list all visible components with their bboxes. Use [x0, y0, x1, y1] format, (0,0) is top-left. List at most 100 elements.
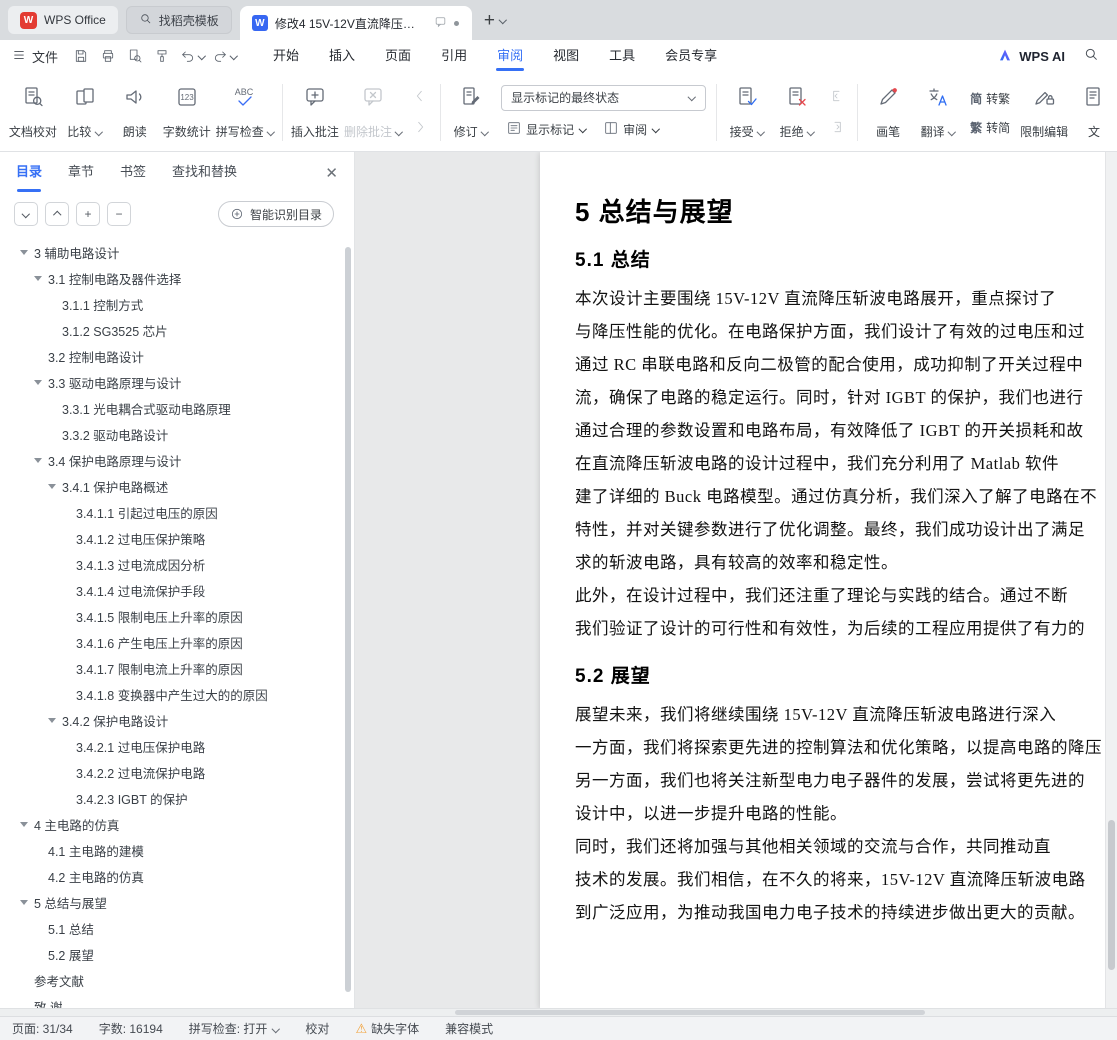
menu-tab[interactable]: 页面: [370, 40, 426, 72]
spell-check-status[interactable]: 拼写检查: 打开: [189, 1020, 280, 1037]
wps-home-tab[interactable]: W WPS Office: [8, 6, 118, 34]
insert-comment-button[interactable]: 插入批注: [288, 78, 342, 147]
wps-ai-button[interactable]: WPS AI: [997, 47, 1065, 66]
doc-permission-button[interactable]: 文: [1071, 78, 1117, 147]
expand-triangle-icon[interactable]: [34, 458, 48, 463]
read-aloud-button[interactable]: 朗读: [110, 78, 160, 147]
to-simplified-button[interactable]: 繁转简: [965, 117, 1015, 138]
toc-item[interactable]: 参考文献: [0, 967, 354, 993]
toc-item[interactable]: 3.4 保护电路原理与设计: [0, 447, 354, 473]
document-page[interactable]: 5 总结与展望 5.1 总结 本次设计主要围绕 15V-12V 直流降压斩波电路…: [540, 152, 1117, 1008]
comment-bubble-icon[interactable]: [434, 15, 447, 31]
search-icon[interactable]: [1083, 46, 1099, 67]
toc-item[interactable]: 4.2 主电路的仿真: [0, 863, 354, 889]
toc-item[interactable]: 3.4.1 保护电路概述: [0, 473, 354, 499]
toc-item[interactable]: 5.2 展望: [0, 941, 354, 967]
menu-tab[interactable]: 开始: [258, 40, 314, 72]
toc-item[interactable]: 3.4.2 保护电路设计: [0, 707, 354, 733]
redo-caret-icon[interactable]: [229, 52, 238, 61]
toc-item[interactable]: 3.3 驱动电路原理与设计: [0, 369, 354, 395]
previous-revision-button[interactable]: [824, 86, 850, 109]
format-painter-button[interactable]: [149, 45, 174, 67]
delete-comment-button[interactable]: 删除批注: [342, 78, 405, 147]
print-preview-button[interactable]: [122, 45, 147, 67]
toc-item[interactable]: 3.4.1.6 产生电压上升率的原因: [0, 629, 354, 655]
expand-triangle-icon[interactable]: [20, 822, 34, 827]
collapse-all-button[interactable]: [14, 202, 38, 226]
toc-item[interactable]: 致 谢: [0, 993, 354, 1009]
menu-tab[interactable]: 视图: [538, 40, 594, 72]
undo-button[interactable]: [180, 48, 206, 64]
accept-button[interactable]: 接受: [722, 78, 772, 147]
save-button[interactable]: [68, 45, 93, 67]
vertical-scrollbar[interactable]: [1105, 152, 1117, 1008]
toc-item[interactable]: 3.3.2 驱动电路设计: [0, 421, 354, 447]
toc-item[interactable]: 3.4.1.4 过电流保护手段: [0, 577, 354, 603]
track-changes-button[interactable]: 修订: [446, 78, 496, 147]
toc-item[interactable]: 5.1 总结: [0, 915, 354, 941]
menu-tab[interactable]: 工具: [594, 40, 650, 72]
vertical-scrollbar-thumb[interactable]: [1108, 819, 1115, 970]
compare-button[interactable]: 比较: [60, 78, 110, 147]
horizontal-scrollbar-thumb[interactable]: [455, 1010, 925, 1015]
sidebar-tab[interactable]: 章节: [68, 152, 94, 192]
toc-item[interactable]: 3.2 控制电路设计: [0, 343, 354, 369]
redo-button[interactable]: [212, 48, 238, 64]
undo-caret-icon[interactable]: [197, 52, 206, 61]
toc-item[interactable]: 3.4.2.1 过电压保护电路: [0, 733, 354, 759]
close-sidebar-icon[interactable]: ✕: [325, 164, 338, 182]
spell-check-button[interactable]: ABC 拼写检查: [214, 78, 277, 147]
next-revision-button[interactable]: [824, 117, 850, 140]
word-count-status[interactable]: 字数: 16194: [99, 1020, 163, 1037]
toc-item[interactable]: 3.4.1.8 变换器中产生过大的的原因: [0, 681, 354, 707]
expand-all-button[interactable]: [45, 202, 69, 226]
menu-tab[interactable]: 引用: [426, 40, 482, 72]
pen-button[interactable]: 画笔: [863, 78, 913, 147]
toc-item[interactable]: 3.4.1.1 引起过电压的原因: [0, 499, 354, 525]
expand-triangle-icon[interactable]: [48, 718, 62, 723]
menu-tab[interactable]: 插入: [314, 40, 370, 72]
toc-item[interactable]: 3.4.1.7 限制电流上升率的原因: [0, 655, 354, 681]
template-search-tab[interactable]: 找稻壳模板: [125, 6, 232, 34]
sidebar-scrollbar-thumb[interactable]: [345, 247, 351, 992]
toc-item[interactable]: 4.1 主电路的建模: [0, 837, 354, 863]
sidebar-tab[interactable]: 书签: [120, 152, 146, 192]
toc-item[interactable]: 3.4.1.2 过电压保护策略: [0, 525, 354, 551]
menu-tab[interactable]: 会员专享: [650, 40, 732, 72]
zoom-out-toc-button[interactable]: −: [107, 202, 131, 226]
toc-item[interactable]: 3.1.2 SG3525 芯片: [0, 317, 354, 343]
toc-item[interactable]: 3.3.1 光电耦合式驱动电路原理: [0, 395, 354, 421]
expand-triangle-icon[interactable]: [20, 250, 34, 255]
previous-comment-button[interactable]: [407, 86, 433, 109]
sidebar-tab[interactable]: 目录: [16, 152, 42, 192]
missing-font-warning[interactable]: ⚠ 缺失字体: [355, 1020, 419, 1037]
toc-item[interactable]: 3.4.2.3 IGBT 的保护: [0, 785, 354, 811]
toc-item[interactable]: 3 辅助电路设计: [0, 239, 354, 265]
print-button[interactable]: [95, 45, 120, 67]
markup-state-select[interactable]: 显示标记的最终状态: [501, 84, 707, 111]
proofread-status[interactable]: 校对: [305, 1020, 329, 1037]
show-markup-button[interactable]: 显示标记: [501, 118, 592, 141]
toc-item[interactable]: 3.1 控制电路及器件选择: [0, 265, 354, 291]
review-pane-button[interactable]: 审阅: [598, 118, 665, 141]
reject-button[interactable]: 拒绝: [772, 78, 822, 147]
zoom-in-toc-button[interactable]: +: [76, 202, 100, 226]
expand-triangle-icon[interactable]: [34, 276, 48, 281]
new-tab-caret-icon[interactable]: [499, 16, 508, 25]
new-tab-button[interactable]: +: [484, 11, 495, 30]
toc-item[interactable]: 3.4.1.3 过电流成因分析: [0, 551, 354, 577]
expand-triangle-icon[interactable]: [34, 380, 48, 385]
smart-toc-button[interactable]: 智能识别目录: [217, 201, 334, 227]
file-menu-button[interactable]: 文件: [12, 47, 58, 66]
toc-item[interactable]: 5 总结与展望: [0, 889, 354, 915]
menu-tab[interactable]: 审阅: [482, 40, 538, 72]
word-count-button[interactable]: 123 字数统计: [160, 78, 214, 147]
restrict-edit-button[interactable]: 限制编辑: [1017, 78, 1071, 147]
toc-item[interactable]: 4 主电路的仿真: [0, 811, 354, 837]
sidebar-tab[interactable]: 查找和替换: [172, 152, 237, 192]
translate-button[interactable]: 翻译: [913, 78, 963, 147]
toc-item[interactable]: 3.1.1 控制方式: [0, 291, 354, 317]
doc-proofread-button[interactable]: 文档校对: [6, 78, 60, 147]
to-traditional-button[interactable]: 简转繁: [965, 88, 1015, 109]
expand-triangle-icon[interactable]: [48, 484, 62, 489]
